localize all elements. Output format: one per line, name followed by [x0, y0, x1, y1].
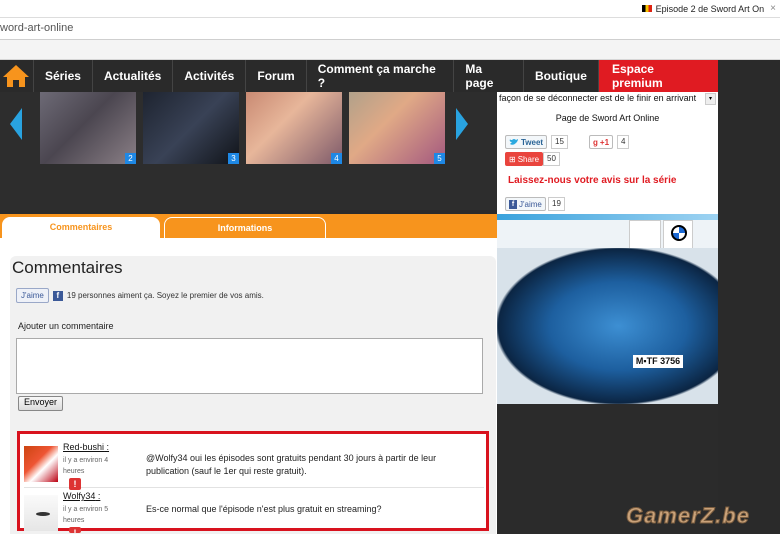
bmw-advertisement[interactable]: M▪TF 3756 [497, 214, 718, 404]
home-icon [3, 65, 30, 87]
episode-thumbnail[interactable]: 4 [246, 92, 342, 164]
episode-number: 5 [434, 153, 445, 164]
episode-number: 3 [228, 153, 239, 164]
comment-list-highlight: Red-bushi : il y a environ 4 heures ! @W… [17, 431, 489, 533]
report-icon[interactable]: ! [69, 527, 81, 533]
comment-time: il y a environ 4 heures [63, 457, 109, 475]
car-image: M▪TF 3756 [497, 248, 718, 404]
fb-like-button[interactable]: f J'aime [505, 197, 546, 211]
review-prompt[interactable]: Laissez-nous votre avis sur la série [508, 175, 676, 186]
comment-text: Es-ce normal que l'épisode n'est plus gr… [146, 504, 382, 514]
share-label: Share [517, 154, 540, 164]
carousel-prev-arrow-icon[interactable] [10, 108, 22, 140]
bmw-logo-icon [671, 225, 687, 241]
add-comment-label: Ajouter un commentaire [18, 321, 114, 331]
browser-tab[interactable]: Episode 2 de Sword Art On × [641, 1, 776, 16]
address-bar-text: word-art-online [0, 22, 74, 34]
main-nav: Séries Actualités Activités Forum Commen… [0, 60, 718, 92]
send-button[interactable]: Envoyer [18, 396, 64, 411]
comment-item: Wolfy34 : il y a environ 5 heures ! Es-c… [24, 489, 484, 533]
gplus-label: +1 [599, 137, 610, 147]
avatar-eye-graphic [36, 512, 50, 516]
episode-thumbnail[interactable]: 3 [143, 92, 239, 164]
browser-tabbar: Episode 2 de Sword Art On × [0, 0, 780, 18]
episode-carousel: 2 3 4 5 [0, 92, 497, 210]
gplus-count: 4 [617, 135, 630, 149]
browser-tab-title: Episode 2 de Sword Art On [655, 3, 765, 14]
home-button[interactable] [0, 60, 33, 92]
nav-activites[interactable]: Activités [172, 60, 245, 92]
episode-number: 4 [331, 153, 342, 164]
nav-series[interactable]: Séries [32, 60, 92, 92]
comments-title: Commentaires [12, 258, 123, 277]
episode-thumbnail[interactable]: 2 [40, 92, 136, 164]
nav-actualites[interactable]: Actualités [91, 60, 172, 92]
fb-like-text: 19 personnes aiment ça. Soyez le premier… [66, 291, 264, 300]
watermark-logo: GamerZ.be [626, 503, 750, 529]
close-tab-icon[interactable]: × [770, 3, 776, 14]
comment-author-name: Wolfy34 [63, 491, 96, 501]
twitter-bird-icon [509, 139, 518, 145]
fb-like-row: J'aime f 19 personnes aiment ça. Soyez l… [16, 288, 264, 303]
comment-author[interactable]: Red-bushi : [63, 442, 109, 452]
series-side-panel: façon de se déconnecter est de le finir … [497, 92, 718, 214]
tab-informations[interactable]: Informations [164, 217, 326, 238]
address-bar[interactable]: word-art-online [0, 18, 780, 40]
tweet-label: Tweet [521, 137, 544, 147]
avatar[interactable] [24, 446, 58, 482]
comment-author-name: Red-bushi [63, 442, 105, 452]
nav-ma-page[interactable]: Ma page [453, 60, 523, 92]
episode-number: 2 [125, 153, 136, 164]
share-icon: ⊞ [509, 154, 516, 164]
gplus-button[interactable]: g +1 [589, 135, 614, 149]
comment-author[interactable]: Wolfy34 : [63, 491, 100, 501]
gplus-icon: g [593, 137, 598, 147]
fb-like-count: 19 [548, 197, 565, 211]
page-right-margin [718, 60, 780, 534]
fb-like-label: J'aime [519, 199, 542, 209]
episode-thumbnail[interactable]: 5 [349, 92, 445, 164]
content-tabs: Commentaires Informations [0, 214, 497, 238]
comment-item: Red-bushi : il y a environ 4 heures ! @W… [24, 440, 484, 490]
carousel-next-arrow-icon[interactable] [456, 108, 468, 140]
nav-boutique[interactable]: Boutique [522, 60, 598, 92]
comment-time: il y a environ 5 heures [63, 506, 109, 524]
tab-commentaires[interactable]: Commentaires [2, 217, 160, 238]
tweet-count: 15 [551, 135, 568, 149]
facebook-icon: f [509, 199, 517, 209]
share-count: 50 [543, 152, 560, 166]
marquee-text: façon de se déconnecter est de le finir … [499, 93, 697, 103]
share-button[interactable]: ⊞ Share [505, 152, 544, 166]
nav-comment-ca-marche[interactable]: Comment ça marche ? [305, 60, 454, 92]
license-plate: M▪TF 3756 [633, 355, 683, 368]
nav-espace-premium[interactable]: Espace premium [597, 60, 718, 92]
fb-page-like-button[interactable]: J'aime [16, 288, 49, 303]
bookmarks-bar [0, 40, 780, 60]
nav-forum[interactable]: Forum [245, 60, 305, 92]
marquee-scroll-button[interactable]: ▾ [705, 93, 716, 105]
comment-textarea[interactable] [16, 338, 483, 394]
tweet-button[interactable]: Tweet [505, 135, 548, 149]
facebook-icon: f [52, 290, 63, 301]
series-page-title: Page de Sword Art Online [555, 113, 660, 123]
avatar[interactable] [24, 495, 58, 531]
comment-text: @Wolfy34 oui les épisodes sont gratuits … [146, 453, 437, 476]
favicon-icon [641, 5, 652, 12]
